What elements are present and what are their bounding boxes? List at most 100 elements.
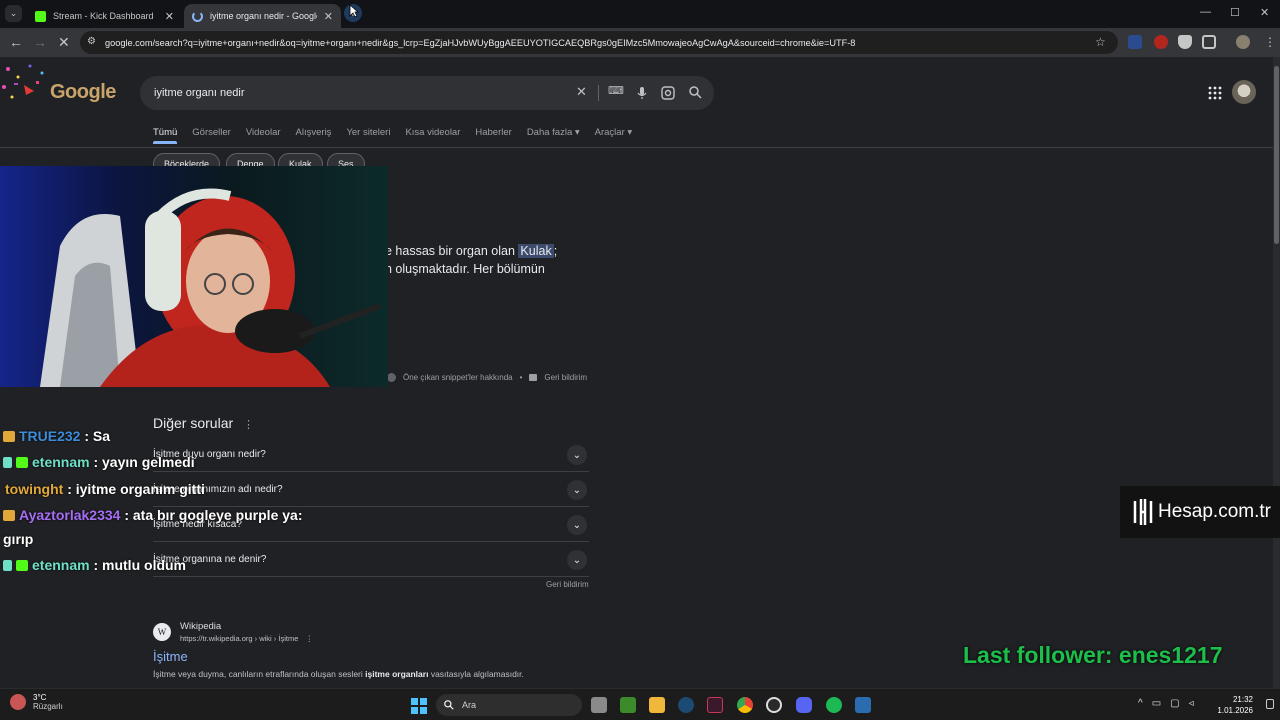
google-doodle-logo[interactable]: Google (0, 61, 118, 109)
search-icon (444, 700, 454, 710)
browser-menu-icon[interactable]: ⋮ (1264, 35, 1276, 49)
tab-places[interactable]: Yer siteleri (346, 127, 390, 138)
minimize-button[interactable]: — (1200, 6, 1211, 18)
network-icon[interactable]: ▢ (1170, 698, 1179, 709)
taskbar-search[interactable]: Ara (436, 694, 582, 716)
chat-username: Ayaztorlak2334 (19, 507, 121, 523)
chat-username: TRUE232 (19, 428, 81, 444)
chat-message: etennam : yayın gelmedi (3, 454, 195, 470)
snippet-feedback-link[interactable]: Geri bildirim (544, 373, 587, 382)
forward-arrow-icon[interactable]: → (33, 34, 47, 50)
search-tabs: Tümü Görseller Videolar Alışveriş Yer si… (153, 127, 647, 144)
tab-news[interactable]: Haberler (475, 127, 511, 138)
profile-avatar-icon[interactable] (1236, 35, 1250, 49)
close-window-button[interactable]: ✕ (1260, 6, 1269, 19)
snippet-line-2: n oluşmaktadır. Her bölümün (385, 262, 545, 276)
weather-temp: 3°C (33, 693, 47, 702)
keyboard-icon[interactable]: ⌨ (608, 84, 624, 97)
search-icon[interactable] (689, 86, 702, 99)
taskbar-search-label: Ara (462, 700, 477, 710)
language-icon[interactable]: ▭ (1152, 698, 1161, 709)
paa-heading: Diğer sorular (153, 415, 234, 431)
microphone-icon[interactable] (637, 86, 647, 100)
search-input[interactable]: iyitme organı nedir (140, 76, 714, 110)
result-title-link[interactable]: İşitme (153, 649, 188, 664)
extension-shield-icon[interactable] (1178, 35, 1192, 49)
paa-feedback-link[interactable]: Geri bildirim (546, 580, 589, 589)
mouse-cursor-icon (349, 4, 359, 18)
triangle-badge-icon (3, 457, 12, 468)
tab-videos[interactable]: Videolar (246, 127, 281, 138)
chevron-down-icon[interactable]: ⌄ (567, 550, 587, 570)
tab-all[interactable]: Tümü (153, 127, 178, 144)
tab-google-search[interactable]: iyitme organı nedir - Google'da ✕ (184, 4, 341, 28)
scrollbar-thumb[interactable] (1274, 66, 1279, 244)
paa-question[interactable]: İşitme organına ne denir? ⌄ (153, 542, 589, 577)
paa-question[interactable]: İşitme duyu organı nedir? ⌄ (153, 437, 589, 472)
bookmark-star-icon[interactable]: ☆ (1095, 35, 1106, 49)
minecraft-icon[interactable] (620, 697, 636, 713)
spotify-icon[interactable] (826, 697, 842, 713)
chevron-down-icon[interactable]: ⌄ (567, 480, 587, 500)
steam-icon[interactable] (678, 697, 694, 713)
chevron-down-icon[interactable]: ⌄ (567, 515, 587, 535)
result-site-name[interactable]: Wikipedia (180, 621, 221, 632)
kick-badge-icon (16, 560, 28, 571)
tab-close-icon[interactable]: ✕ (324, 10, 333, 23)
app-icon[interactable] (855, 697, 871, 713)
chat-message: towinght : iyitme organım gitti (5, 481, 205, 497)
result-url[interactable]: https://tr.wikipedia.org › wiki › İşitme… (180, 634, 313, 643)
chat-username: towinght (5, 481, 64, 497)
extension-record-icon[interactable] (1154, 35, 1168, 49)
tab-close-icon[interactable]: ✕ (165, 10, 174, 23)
app-icon[interactable] (707, 697, 723, 713)
obs-icon[interactable] (766, 697, 782, 713)
notification-icon[interactable] (1266, 699, 1274, 709)
snippet-highlight: Kulak (518, 244, 554, 258)
tab-short-videos[interactable]: Kısa videolar (405, 127, 460, 138)
tab-tools[interactable]: Araçlar ▾ (595, 127, 633, 138)
tab-kick-dashboard[interactable]: Stream - Kick Dashboard ✕ (27, 4, 182, 28)
tab-search-button[interactable]: ⌄ (5, 5, 22, 22)
stop-loading-icon[interactable]: ✕ (58, 34, 70, 51)
back-arrow-icon[interactable]: ← (9, 34, 23, 50)
chat-username: etennam (32, 454, 90, 470)
clock-time: 21:32 (1232, 695, 1253, 704)
google-apps-icon[interactable] (1208, 86, 1222, 100)
tab-images[interactable]: Görseller (192, 127, 231, 138)
paa-question[interactable]: İşitme organımızın adı nedir? ⌄ (153, 472, 589, 507)
paa-menu-icon[interactable]: ⋮ (243, 419, 254, 431)
kick-badge-icon (16, 457, 28, 468)
hesap-logo-icon (1133, 499, 1153, 525)
chat-message-continued: gırıp (3, 531, 33, 547)
snippet-footer: Öne çıkan snippet'ler hakkında • Geri bi… (387, 373, 587, 382)
address-bar[interactable]: google.com/search?q=iyitme+organı+nedir&… (80, 31, 1118, 54)
maximize-button[interactable]: ☐ (1230, 6, 1240, 19)
site-info-icon[interactable]: ⚙ (87, 36, 96, 47)
tab-title: Stream - Kick Dashboard (53, 11, 154, 21)
volume-icon[interactable]: ◃ (1189, 698, 1194, 709)
snippet-text: vasıtasıyla algılamasıdır. (428, 669, 524, 679)
clear-search-icon[interactable]: ✕ (576, 84, 587, 100)
file-explorer-icon[interactable] (649, 697, 665, 713)
discord-icon[interactable] (796, 697, 812, 713)
windows-start-icon[interactable] (411, 698, 427, 714)
extensions-puzzle-icon[interactable] (1202, 35, 1216, 49)
chrome-icon[interactable] (737, 697, 753, 713)
avatar[interactable] (1232, 80, 1256, 104)
result-menu-icon[interactable]: ⋮ (305, 634, 313, 643)
tab-more[interactable]: Daha fazla ▾ (527, 127, 580, 138)
snippet-about-link[interactable]: Öne çıkan snippet'ler hakkında (403, 373, 513, 382)
wikipedia-icon: W (153, 623, 171, 641)
google-lens-icon[interactable] (661, 86, 675, 100)
feedback-icon (529, 374, 538, 381)
tab-shopping[interactable]: Alışveriş (296, 127, 332, 138)
taskbar-clock[interactable]: 21:32 1.01.2026 (1215, 694, 1253, 716)
weather-widget[interactable]: 3°C Rüzgarlı (10, 693, 63, 711)
tray-chevron-icon[interactable]: ^ (1138, 698, 1143, 709)
extension-audio-icon[interactable] (1128, 35, 1142, 49)
kick-icon (35, 10, 46, 22)
chevron-down-icon[interactable]: ⌄ (567, 445, 587, 465)
crown-badge-icon (3, 510, 15, 521)
task-view-icon[interactable] (591, 697, 607, 713)
